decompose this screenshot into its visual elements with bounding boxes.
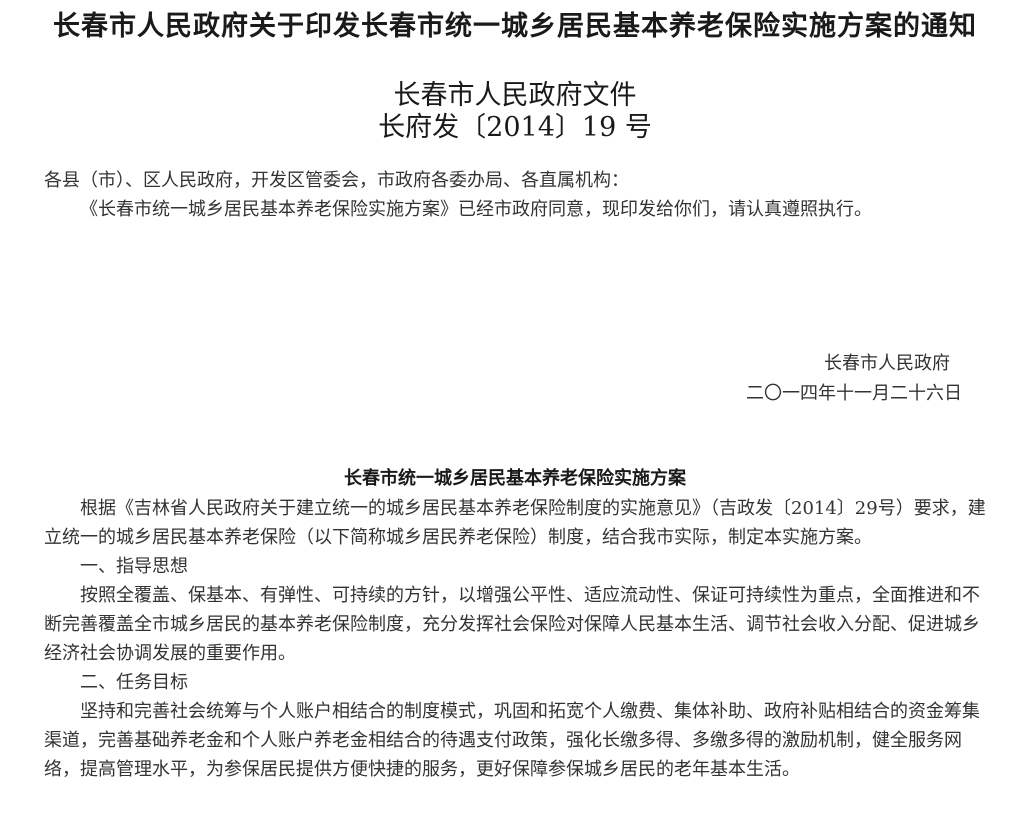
signature-organization: 长春市人民政府 xyxy=(824,353,950,374)
section-heading-guiding-ideology: 一、指导思想 xyxy=(80,556,188,577)
document-number: 长府发〔2014〕19 号 xyxy=(378,112,652,143)
plan-body: 根据《吉林省人民政府关于建立统一的城乡居民基本养老保险制度的实施意见》（吉政发〔… xyxy=(44,494,986,784)
issuer-heading: 长春市人民政府文件 xyxy=(393,80,637,111)
section-body-guiding-ideology: 按照全覆盖、保基本、有弹性、可持续的方针，以增强公平性、适应流动性、保证可持续性… xyxy=(44,585,980,664)
notice-title: 长春市人民政府关于印发长春市统一城乡居民基本养老保险实施方案的通知 xyxy=(53,11,977,42)
document-page: 长春市人民政府关于印发长春市统一城乡居民基本养老保险实施方案的通知 长春市人民政… xyxy=(0,10,1030,831)
plan-title: 长春市统一城乡居民基本养老保险实施方案 xyxy=(344,468,686,489)
plan-intro-paragraph: 根据《吉林省人民政府关于建立统一的城乡居民基本养老保险制度的实施意见》（吉政发〔… xyxy=(44,498,986,548)
section-heading-task-goals: 二、任务目标 xyxy=(80,672,188,693)
addressee-line: 各县（市）、区人民政府，开发区管委会，市政府各委办局、各直属机构： xyxy=(44,170,629,191)
signature-date: 二〇一四年十一月二十六日 xyxy=(746,383,962,404)
section-body-task-goals: 坚持和完善社会统筹与个人账户相结合的制度模式，巩固和拓宽个人缴费、集体补助、政府… xyxy=(44,701,980,780)
notice-paragraph: 《长春市统一城乡居民基本养老保险实施方案》已经市政府同意，现印发给你们，请认真遵… xyxy=(80,199,872,220)
notice-body: 各县（市）、区人民政府，开发区管委会，市政府各委办局、各直属机构： 《长春市统一… xyxy=(44,166,986,224)
